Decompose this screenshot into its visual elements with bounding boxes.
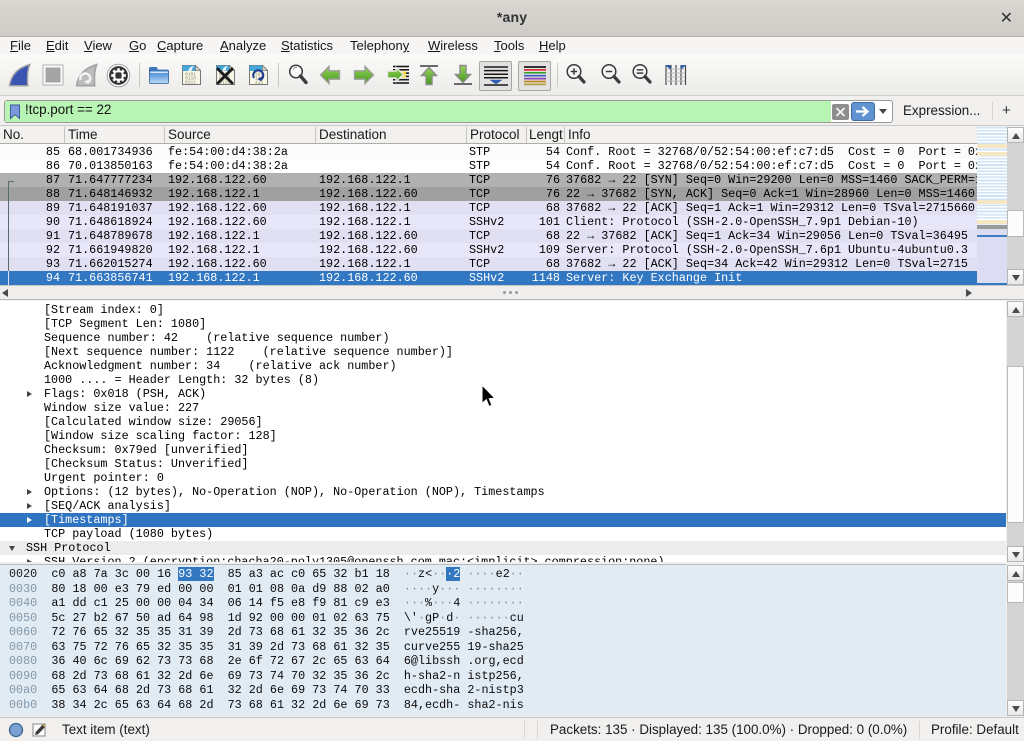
svg-text:111: 111 <box>255 79 264 85</box>
svg-text:0111: 0111 <box>185 79 196 85</box>
